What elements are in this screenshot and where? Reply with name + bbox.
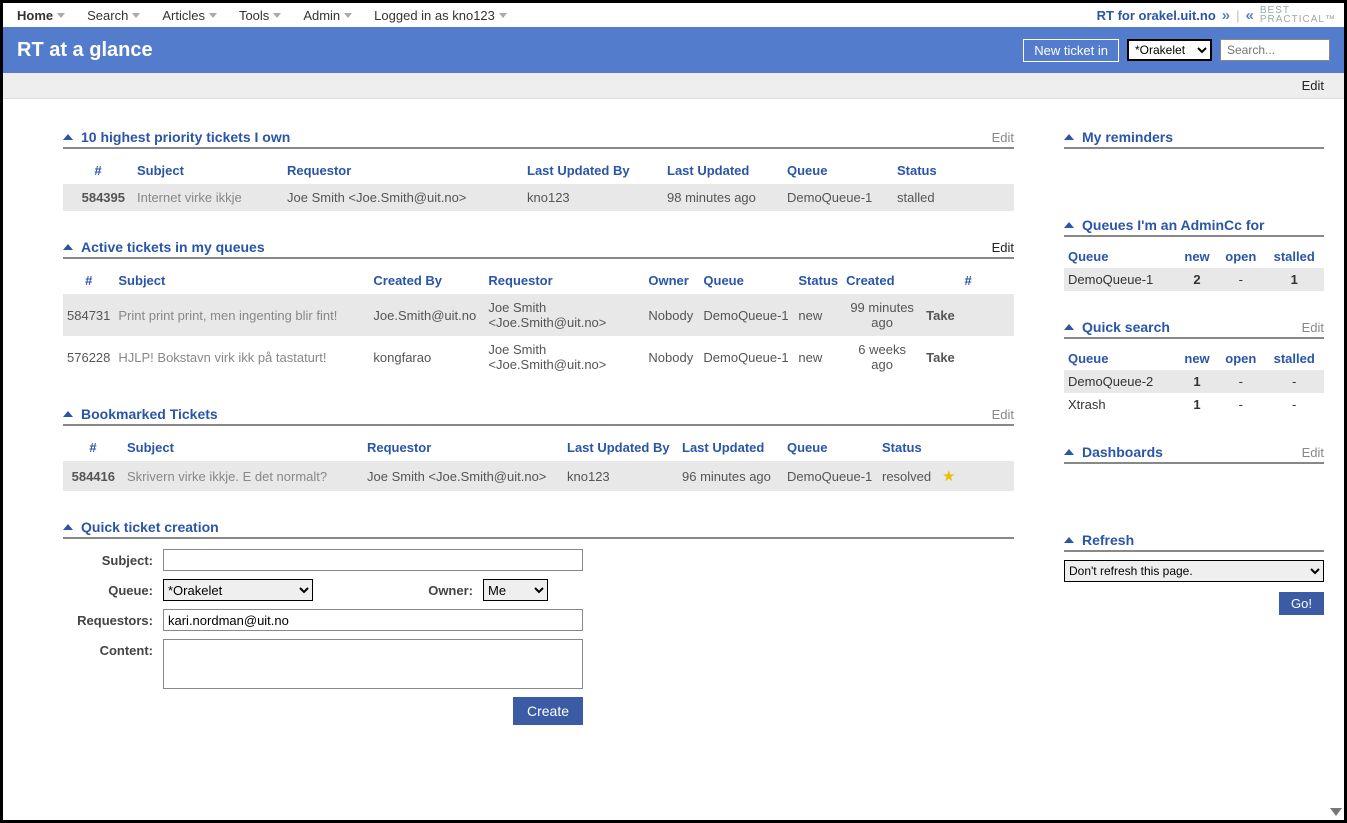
- nav-admin[interactable]: Admin: [297, 6, 358, 25]
- table-row[interactable]: DemoQueue-2 1 - -: [1064, 370, 1324, 393]
- rt-for-link[interactable]: RT for orakel.uit.no: [1097, 8, 1216, 23]
- table-header-row: Queue new open stalled: [1064, 245, 1324, 268]
- table-row[interactable]: DemoQueue-1 2 - 1: [1064, 268, 1324, 291]
- scroll-down-icon: [1330, 808, 1342, 816]
- table-header-row: Queue new open stalled: [1064, 347, 1324, 370]
- collapse-icon[interactable]: [63, 524, 73, 530]
- table-row[interactable]: 584416 Skrivern virke ikkje. E det norma…: [63, 461, 1014, 491]
- collapse-icon[interactable]: [1064, 537, 1074, 543]
- create-button[interactable]: Create: [513, 697, 583, 725]
- queue-label: Queue:: [63, 583, 153, 598]
- go-button[interactable]: Go!: [1279, 592, 1324, 615]
- search-input[interactable]: [1220, 39, 1330, 61]
- subject-input[interactable]: [163, 549, 583, 571]
- chevron-down-icon: [344, 13, 352, 18]
- page-title: RT at a glance: [17, 39, 153, 62]
- collapse-icon[interactable]: [63, 134, 73, 140]
- sub-bar: Edit: [3, 73, 1344, 99]
- widget-title: Active tickets in my queues: [81, 239, 265, 255]
- chevron-down-icon: [132, 13, 140, 18]
- table-header-row: # Subject Requestor Last Updated By Last…: [63, 434, 1014, 461]
- active-tickets-widget: Active tickets in my queues Edit # Subje…: [63, 239, 1014, 378]
- arrows-left-icon[interactable]: «: [1246, 7, 1254, 24]
- widget-edit-link[interactable]: Edit: [992, 130, 1014, 145]
- header-bar: RT at a glance New ticket in *Orakelet: [3, 27, 1344, 73]
- highest-priority-widget: 10 highest priority tickets I own Edit #…: [63, 129, 1014, 211]
- chevron-down-icon: [499, 13, 507, 18]
- widget-title: Quick search: [1082, 319, 1170, 335]
- widget-title: Quick ticket creation: [81, 519, 219, 535]
- nav-search[interactable]: Search: [81, 6, 146, 25]
- widget-title: Refresh: [1082, 532, 1134, 548]
- nav-tools[interactable]: Tools: [233, 6, 287, 25]
- content-input[interactable]: [163, 639, 583, 689]
- nav-logged-in[interactable]: Logged in as kno123: [368, 6, 513, 25]
- widget-title: Bookmarked Tickets: [81, 406, 218, 422]
- collapse-icon[interactable]: [63, 244, 73, 250]
- content-label: Content:: [63, 643, 153, 658]
- widget-title: 10 highest priority tickets I own: [81, 129, 290, 145]
- chevron-down-icon: [273, 13, 281, 18]
- widget-title: My reminders: [1082, 129, 1173, 145]
- chevron-down-icon: [209, 13, 217, 18]
- dashboards-widget: Dashboards Edit: [1064, 444, 1324, 504]
- chevron-down-icon: [57, 13, 65, 18]
- nav-home[interactable]: Home: [11, 6, 71, 25]
- widget-edit-link[interactable]: Edit: [992, 407, 1014, 422]
- requestors-input[interactable]: [163, 609, 583, 631]
- quick-create-widget: Quick ticket creation Subject: Queue: *O…: [63, 519, 1014, 725]
- widget-title: Dashboards: [1082, 444, 1163, 460]
- page-edit-link[interactable]: Edit: [1302, 78, 1324, 93]
- table-row[interactable]: 584395 Internet virke ikkje Joe Smith <J…: [63, 184, 1014, 211]
- queue-input[interactable]: *Orakelet: [163, 579, 313, 601]
- table-header-row: # Subject Requestor Last Updated By Last…: [63, 157, 1014, 184]
- table-row[interactable]: 576228 HJLP! Bokstavn virk ikk på tastat…: [63, 336, 1014, 378]
- table-row[interactable]: 584731 Print print print, men ingenting …: [63, 294, 1014, 336]
- nav-articles[interactable]: Articles: [156, 6, 223, 25]
- admincc-widget: Queues I'm an AdminCc for Queue new open…: [1064, 217, 1324, 291]
- table-row[interactable]: Xtrash 1 - -: [1064, 393, 1324, 416]
- owner-input[interactable]: Me: [483, 579, 548, 601]
- collapse-icon[interactable]: [1064, 222, 1074, 228]
- collapse-icon[interactable]: [1064, 134, 1074, 140]
- collapse-icon[interactable]: [1064, 324, 1074, 330]
- refresh-widget: Refresh Don't refresh this page. Go!: [1064, 532, 1324, 615]
- reminders-widget: My reminders: [1064, 129, 1324, 189]
- quicksearch-widget: Quick search Edit Queue new open stalled…: [1064, 319, 1324, 416]
- best-practical-logo: BEST PRACTICAL™: [1260, 6, 1336, 24]
- arrows-right-icon[interactable]: »: [1222, 7, 1230, 24]
- refresh-select[interactable]: Don't refresh this page.: [1064, 560, 1324, 582]
- take-link[interactable]: Take: [922, 336, 1014, 378]
- new-ticket-button[interactable]: New ticket in: [1023, 39, 1119, 62]
- widget-title: Queues I'm an AdminCc for: [1082, 217, 1265, 233]
- widget-edit-link[interactable]: Edit: [1302, 320, 1324, 335]
- owner-label: Owner:: [313, 583, 473, 598]
- widget-edit-link[interactable]: Edit: [992, 240, 1014, 255]
- widget-edit-link[interactable]: Edit: [1302, 445, 1324, 460]
- collapse-icon[interactable]: [63, 411, 73, 417]
- bookmarked-widget: Bookmarked Tickets Edit # Subject Reques…: [63, 406, 1014, 491]
- requestors-label: Requestors:: [63, 613, 153, 628]
- top-nav: Home Search Articles Tools Admin Logged …: [3, 3, 1344, 27]
- star-icon[interactable]: ★: [942, 468, 955, 485]
- queue-select[interactable]: *Orakelet: [1127, 39, 1212, 61]
- take-link[interactable]: Take: [922, 294, 1014, 336]
- subject-label: Subject:: [63, 553, 153, 568]
- collapse-icon[interactable]: [1064, 449, 1074, 455]
- table-header-row: # Subject Created By Requestor Owner Que…: [63, 267, 1014, 294]
